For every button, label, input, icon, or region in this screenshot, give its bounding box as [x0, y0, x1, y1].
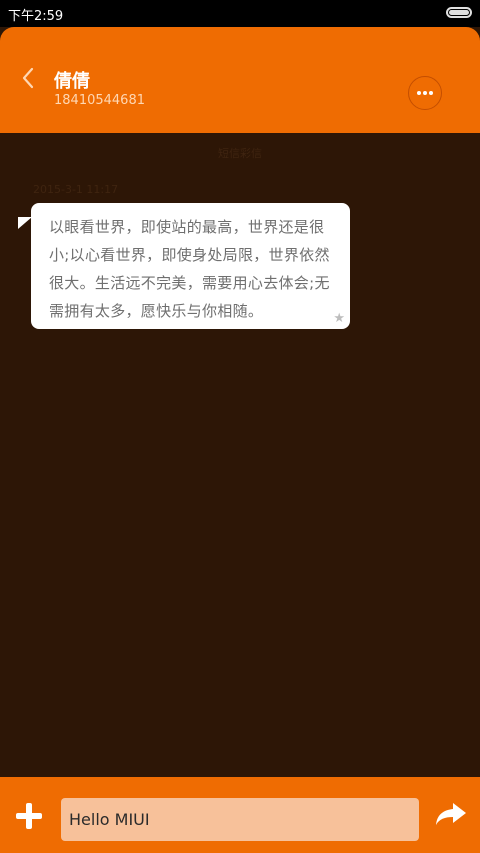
- message-bubble[interactable]: 以眼看世界，即使站的最高，世界还是很小;以心看世界，即使身处局限，世界依然很大。…: [18, 203, 350, 329]
- more-dots-icon: [429, 91, 433, 95]
- contact-name: 倩倩: [54, 71, 90, 92]
- more-options-button[interactable]: [408, 76, 442, 110]
- status-time: 下午2:59: [8, 9, 64, 24]
- contact-number: 18410544681: [54, 93, 145, 108]
- add-attachment-button[interactable]: [14, 801, 44, 831]
- composer-bar: [0, 777, 480, 853]
- conversation-header: 倩倩 18410544681: [0, 27, 480, 133]
- status-bar: 下午2:59: [0, 0, 480, 27]
- back-button[interactable]: [14, 63, 44, 93]
- more-dots-icon: [423, 91, 427, 95]
- battery-level: [449, 10, 469, 15]
- message-input[interactable]: [61, 798, 419, 841]
- more-dots-icon: [417, 91, 421, 95]
- message-timestamp: 2015-3-1 11:17: [33, 183, 119, 196]
- send-arrow-icon: [436, 803, 466, 825]
- message-text: 以眼看世界，即使站的最高，世界还是很小;以心看世界，即使身处局限，世界依然很大。…: [49, 218, 330, 320]
- bubble-tail: [18, 217, 32, 229]
- battery-icon: [446, 7, 472, 18]
- message-type-label: 短信彩信: [218, 147, 262, 160]
- star-icon[interactable]: ★: [333, 311, 345, 326]
- send-button[interactable]: [433, 799, 469, 829]
- chevron-left-icon: [22, 67, 34, 89]
